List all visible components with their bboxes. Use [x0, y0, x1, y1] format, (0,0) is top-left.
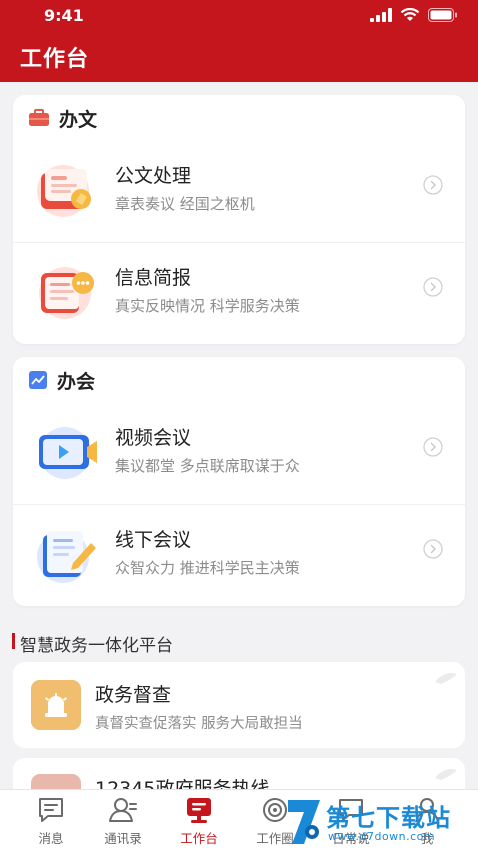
status-icons	[370, 8, 458, 22]
chevron-right-icon	[423, 277, 443, 297]
info-brief-title: 信息简报	[115, 267, 192, 289]
video-meeting-subtitle: 集议都堂 多点联席取谋于众	[115, 457, 300, 475]
message-icon	[39, 798, 63, 822]
tab-label: 工作台	[180, 831, 218, 846]
alarm-bell-icon	[31, 680, 81, 730]
video-meeting-icon	[39, 427, 97, 479]
chevron-right-icon	[423, 437, 443, 457]
chevron-right-icon	[423, 539, 443, 559]
office-doc-card: 办文 公文处理 章表奏议 经国之枢机 信息简报 真实反映情况 科学服务决策	[13, 95, 465, 344]
site-watermark: 第七下载站 www.d7down.com	[282, 792, 478, 850]
contacts-icon	[109, 798, 137, 822]
tab-label: 消息	[38, 831, 64, 846]
battery-icon	[428, 8, 457, 22]
status-bar: 9:41	[0, 0, 478, 32]
offline-meeting-title: 线下会议	[115, 529, 192, 551]
tab-label: 通讯录	[104, 831, 142, 846]
wifi-icon	[400, 8, 420, 21]
supervision-card[interactable]: 政务督查 真督实查促落实 服务大局敢担当	[13, 662, 465, 748]
watermark-url: www.d7down.com	[328, 830, 436, 843]
corner-decoration-icon	[435, 673, 457, 684]
office-meeting-title: 办会	[57, 370, 96, 393]
chart-icon	[29, 371, 47, 389]
office-doc-header: 办文	[29, 107, 98, 131]
tab-messages[interactable]: 消息	[16, 796, 86, 846]
document-processing-title: 公文处理	[115, 165, 192, 187]
document-processing-subtitle: 章表奏议 经国之枢机	[115, 195, 255, 213]
page-title: 工作台	[20, 47, 90, 72]
document-processing-item[interactable]: 公文处理 章表奏议 经国之枢机	[13, 141, 465, 241]
offline-meeting-subtitle: 众智众力 推进科学民主决策	[115, 559, 300, 577]
workbench-icon	[187, 798, 211, 823]
offline-meeting-item[interactable]: 线下会议 众智众力 推进科学民主决策	[13, 505, 465, 605]
watermark-logo-icon	[288, 800, 320, 844]
watermark-title: 第七下载站	[326, 804, 451, 832]
info-brief-item[interactable]: 信息简报 真实反映情况 科学服务决策	[13, 243, 465, 343]
office-meeting-header: 办会	[29, 369, 96, 393]
office-meeting-card: 办会 视频会议 集议都堂 多点联席取谋于众 线下会议 众智众力 推进科学民主决策	[13, 357, 465, 606]
corner-decoration-icon	[435, 769, 457, 780]
info-brief-subtitle: 真实反映情况 科学服务决策	[115, 297, 300, 315]
signal-icon	[370, 8, 392, 22]
platform-section-title: 智慧政务一体化平台	[20, 636, 173, 656]
video-meeting-item[interactable]: 视频会议 集议都堂 多点联席取谋于众	[13, 403, 465, 503]
supervision-title: 政务督查	[95, 684, 172, 706]
offline-meeting-icon	[37, 531, 96, 583]
tab-contacts[interactable]: 通讯录	[88, 796, 158, 846]
info-brief-icon	[39, 267, 94, 319]
tab-workbench[interactable]: 工作台	[164, 796, 234, 846]
video-meeting-title: 视频会议	[115, 427, 192, 449]
nav-bar: 工作台	[0, 32, 478, 82]
status-time: 9:41	[44, 6, 84, 25]
document-processing-icon	[37, 165, 91, 217]
briefcase-icon	[29, 109, 49, 126]
office-doc-title: 办文	[59, 108, 98, 131]
chevron-right-icon	[423, 175, 443, 195]
section-accent-bar	[12, 633, 15, 649]
supervision-subtitle: 真督实查促落实 服务大局敢担当	[95, 716, 303, 732]
